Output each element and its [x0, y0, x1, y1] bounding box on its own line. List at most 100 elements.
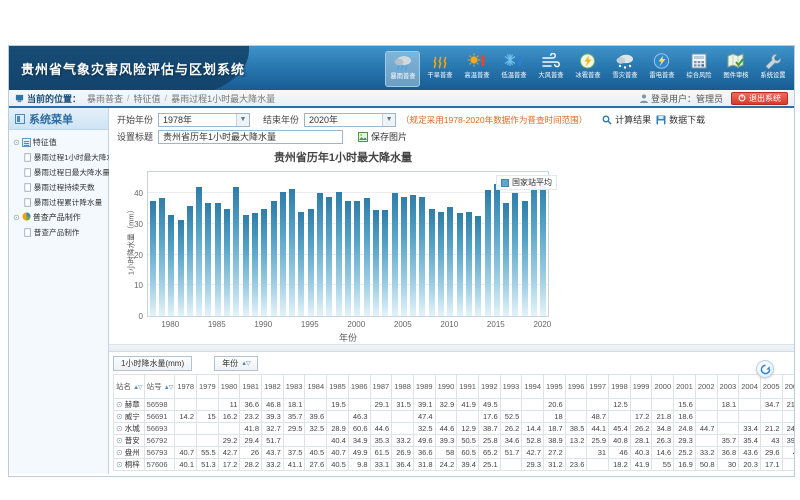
tree-toggle-icon[interactable]: ⊙ — [13, 138, 20, 147]
value-cell: 12.9 — [457, 423, 479, 435]
year-column-header[interactable]: 2005 — [760, 375, 782, 399]
station-name-cell[interactable]: ⊙威宁 — [114, 411, 145, 423]
logged-in-user: 登录用户：管理员 — [640, 92, 723, 105]
year-column-header[interactable]: 1983 — [283, 375, 305, 399]
tree-toggle-icon[interactable]: ⊙ — [13, 213, 20, 222]
expand-icon[interactable]: ⊙ — [116, 436, 123, 445]
sidebar-item[interactable]: 暴雨过程1小时最大降水量 — [11, 150, 101, 164]
breadcrumb-item[interactable]: 特征值 — [134, 92, 161, 105]
year-column-header[interactable]: 2006 — [782, 375, 794, 399]
year-column-header[interactable]: 1991 — [457, 375, 479, 399]
year-column-header[interactable]: 1981 — [240, 375, 262, 399]
toolbar-item[interactable]: 高温普查 — [459, 51, 494, 87]
year-column-header[interactable]: 1989 — [413, 375, 435, 399]
calculate-button[interactable]: 计算结果 — [602, 113, 651, 126]
station-name-cell[interactable]: ⊙普安 — [114, 435, 145, 447]
year-column-header[interactable]: 2000 — [652, 375, 674, 399]
refresh-button[interactable] — [756, 360, 774, 378]
toolbar-item-label: 干旱普查 — [427, 71, 452, 80]
breadcrumb-item[interactable]: 暴雨普查 — [87, 92, 123, 105]
x-axis-label: 年份 — [147, 331, 549, 344]
expand-icon[interactable]: ⊙ — [116, 400, 123, 409]
station-name-cell[interactable]: ⊙盘州 — [114, 447, 145, 459]
year-column-header[interactable]: 1997 — [587, 375, 609, 399]
value-cell: 31.2 — [544, 459, 566, 471]
column-header[interactable]: 站名 ▲▽ — [114, 375, 145, 399]
expand-icon[interactable]: ⊙ — [116, 412, 123, 421]
year-column-header[interactable]: 1980 — [218, 375, 240, 399]
year-column-header[interactable]: 1994 — [522, 375, 544, 399]
end-year-select[interactable]: 2020年 ▼ — [304, 113, 396, 127]
value-cell — [782, 411, 794, 423]
value-cell — [283, 435, 305, 447]
toolbar-item[interactable]: 暴雨普查 — [385, 51, 420, 87]
toolbar-item-label: 综合风险 — [686, 71, 711, 80]
bar — [364, 198, 370, 316]
value-cell — [197, 423, 219, 435]
year-column-header[interactable]: 1996 — [565, 375, 587, 399]
toolbar-item[interactable]: 雪灾普查 — [607, 51, 642, 87]
year-column-header[interactable]: 1978 — [175, 375, 197, 399]
start-year-select[interactable]: 1978年 ▼ — [158, 113, 250, 127]
year-column-header[interactable]: 1993 — [500, 375, 522, 399]
value-cell: 60.6 — [348, 423, 370, 435]
expand-icon[interactable]: ⊙ — [116, 460, 123, 469]
sidebar-item[interactable]: 暴雨过程累计降水量 — [11, 195, 101, 209]
year-column-header[interactable]: 2003 — [717, 375, 739, 399]
save-image-button[interactable]: 保存图片 — [358, 130, 407, 143]
station-name-cell[interactable]: ⊙水城 — [114, 423, 145, 435]
toolbar-item[interactable]: 系统设置 — [755, 51, 790, 87]
chart-title-input[interactable] — [158, 130, 343, 144]
download-button[interactable]: 数据下载 — [656, 113, 705, 126]
station-name-cell[interactable]: ⊙桐梓 — [114, 459, 145, 471]
column-header[interactable]: 站号 ▲▽ — [144, 375, 175, 399]
expand-icon[interactable]: ⊙ — [116, 424, 123, 433]
value-cell — [739, 399, 761, 411]
expand-icon[interactable]: ⊙ — [116, 448, 123, 457]
value-cell: 34.9 — [348, 435, 370, 447]
toolbar-item[interactable]: 图件审核 — [718, 51, 753, 87]
year-column-header[interactable]: 1992 — [478, 375, 500, 399]
value-cell: 21.9 — [782, 399, 794, 411]
value-cell: 36.4 — [392, 459, 414, 471]
year-column-header[interactable]: 2004 — [739, 375, 761, 399]
value-cell: 41.1 — [283, 459, 305, 471]
year-column-header[interactable]: 2001 — [674, 375, 696, 399]
toolbar-item[interactable]: 干旱普查 — [422, 51, 457, 87]
sidebar-group[interactable]: ⊙特征值 — [11, 135, 106, 150]
sort-icons[interactable]: ▲▽ — [241, 360, 250, 367]
year-column-header[interactable]: 2002 — [695, 375, 717, 399]
toolbar-item-label: 系统设置 — [760, 71, 785, 80]
toolbar-item[interactable]: 大风普查 — [533, 51, 568, 87]
sidebar-item[interactable]: 暴雨过程持续天数 — [11, 180, 101, 194]
year-column-header[interactable]: 1984 — [305, 375, 327, 399]
sidebar-group[interactable]: ⊙普查产品制作 — [11, 210, 106, 225]
toolbar-item[interactable]: 冰雹普查 — [570, 51, 605, 87]
bar — [447, 207, 453, 316]
toolbar-item[interactable]: 雷电普查 — [644, 51, 679, 87]
value-cell — [695, 435, 717, 447]
year-column-header[interactable]: 1998 — [609, 375, 631, 399]
toolbar-item[interactable]: 低温普查 — [496, 51, 531, 87]
station-id-cell: 56693 — [144, 423, 175, 435]
station-name-cell[interactable]: ⊙赫章 — [114, 399, 145, 411]
year-column-header[interactable]: 1987 — [370, 375, 392, 399]
logout-button[interactable]: 退出系统 — [731, 92, 788, 105]
measure-pill[interactable]: 1小时降水量(mm) — [113, 356, 192, 371]
year-column-header[interactable]: 1985 — [327, 375, 349, 399]
year-column-header[interactable]: 1982 — [262, 375, 284, 399]
year-column-header[interactable]: 1979 — [197, 375, 219, 399]
value-cell: 25.9 — [587, 435, 609, 447]
year-column-header[interactable]: 1986 — [348, 375, 370, 399]
value-cell: 12.5 — [609, 399, 631, 411]
year-column-header[interactable]: 1995 — [544, 375, 566, 399]
toolbar-item[interactable]: 综合风险 — [681, 51, 716, 87]
year-column-header[interactable]: 1999 — [630, 375, 652, 399]
year-column-header[interactable]: 1990 — [435, 375, 457, 399]
sidebar-item[interactable]: 暴雨过程日最大降水量 — [11, 165, 101, 179]
splitter-bar[interactable] — [109, 344, 794, 352]
breadcrumb-item[interactable]: 暴雨过程1小时最大降水量 — [171, 92, 275, 105]
year-column-header[interactable]: 1988 — [392, 375, 414, 399]
sidebar-item[interactable]: 普查产品制作 — [11, 225, 101, 239]
year-field-pill[interactable]: 年份 ▲▽ — [214, 356, 258, 371]
